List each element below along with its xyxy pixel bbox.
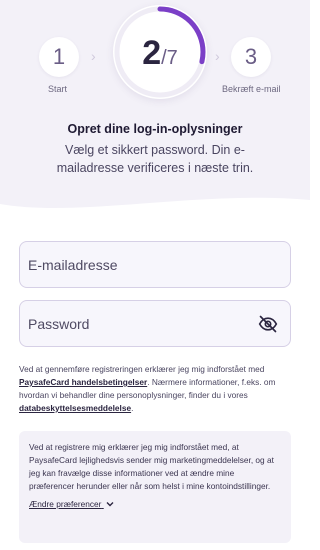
- password-input[interactable]: [28, 301, 258, 346]
- change-preferences-button[interactable]: Ændre præferencer: [29, 499, 114, 509]
- page-title: Opret dine log-in-oplysninger: [67, 122, 243, 136]
- step-previous-label: Start: [48, 84, 68, 94]
- chevron-down-icon: [106, 502, 114, 507]
- current-step-indicator: 2/7: [113, 33, 207, 78]
- total-steps: /7: [161, 47, 178, 69]
- consent-text: Ved at registrere mig erklærer jeg mig i…: [29, 442, 274, 491]
- terms-text-1: Ved at gennemføre registreringen erklære…: [19, 364, 265, 374]
- terms-link[interactable]: PaysafeCard handelsbetingelser: [19, 377, 147, 387]
- terms-text-3: .: [131, 403, 134, 413]
- step-previous: 1: [39, 37, 79, 77]
- terms-notice: Ved at gennemføre registreringen erklære…: [19, 363, 295, 415]
- chevron-right-icon: ›: [215, 48, 220, 64]
- marketing-consent-box: Ved at registrere mig erklærer jeg mig i…: [19, 431, 291, 543]
- chevron-right-icon: ›: [91, 48, 96, 64]
- privacy-link[interactable]: databeskyttelsesmeddelelse: [19, 403, 131, 413]
- step-current: 2/7: [113, 5, 207, 99]
- eye-off-icon[interactable]: [258, 314, 278, 334]
- change-preferences-label: Ændre præferencer: [29, 499, 102, 509]
- wave-divider: [0, 197, 310, 230]
- page-subtitle: Vælg et sikkert password. Din e-mailadre…: [56, 143, 254, 175]
- email-input[interactable]: [28, 242, 258, 287]
- progress-stepper: 1 Start › 2/7 › 3 Bekræft e-mail: [0, 0, 310, 110]
- current-step-number: 2: [142, 34, 162, 72]
- step-next: 3: [231, 37, 271, 77]
- email-field[interactable]: [19, 241, 291, 288]
- password-field[interactable]: [19, 300, 291, 347]
- step-next-label: Bekræft e-mail: [222, 84, 281, 94]
